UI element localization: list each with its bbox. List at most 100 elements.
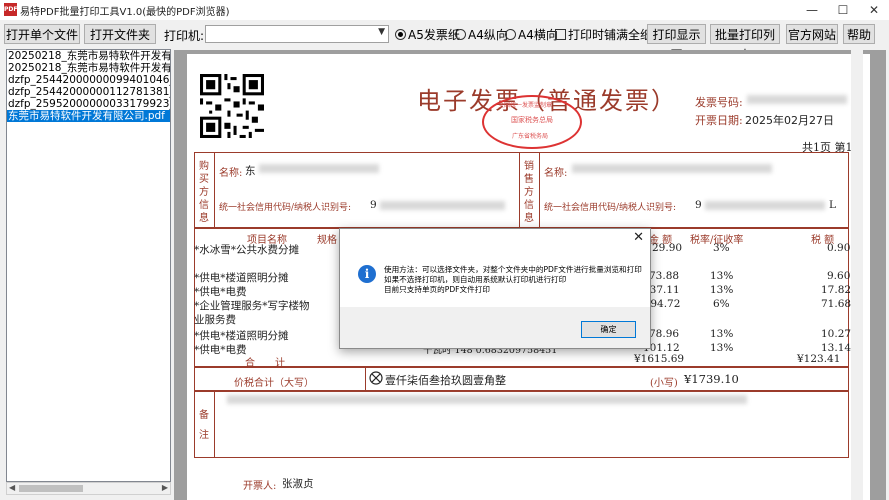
buyer-name-redacted bbox=[259, 164, 379, 173]
total-small-label: (小写) bbox=[650, 378, 678, 389]
issuer-label: 开票人: bbox=[243, 481, 277, 492]
scrollbar-thumb[interactable] bbox=[19, 485, 83, 492]
list-item[interactable]: 20250218_东莞市易特软件开发有限公司.pdf bbox=[7, 50, 170, 62]
item-amount: 29.90 bbox=[652, 242, 683, 254]
item-tax: 71.68 bbox=[821, 298, 852, 310]
open-file-button[interactable]: 打开单个文件 bbox=[4, 24, 80, 44]
item-name: *供电*电费 bbox=[194, 286, 247, 298]
paper-a5-radio[interactable]: A5发票纸 bbox=[395, 26, 460, 43]
divider bbox=[519, 152, 520, 228]
remarks-redacted bbox=[227, 395, 747, 404]
viewer-scrollbar[interactable] bbox=[851, 50, 863, 500]
buyer-name: 东 bbox=[245, 165, 256, 177]
seller-tax-redacted bbox=[705, 201, 825, 210]
checkbox-icon[interactable] bbox=[555, 29, 566, 40]
stamp-top-text: 全国统一发票监制章 bbox=[498, 102, 553, 109]
website-button[interactable]: 官方网站 bbox=[786, 24, 838, 44]
seller-name-redacted bbox=[572, 164, 772, 173]
item-tax: 0.90 bbox=[827, 242, 851, 254]
file-list[interactable]: 20250218_东莞市易特软件开发有限公司.pdf 20250218_东莞市易… bbox=[6, 49, 171, 482]
column-header-spec: 规格 bbox=[317, 235, 337, 246]
scroll-right-icon[interactable]: ▶ bbox=[162, 483, 168, 492]
file-list-scrollbar[interactable]: ◀ ▶ bbox=[6, 482, 171, 495]
seller-name-label: 名称: bbox=[544, 168, 568, 179]
qr-code-icon bbox=[200, 74, 264, 138]
list-item[interactable]: dzfp_25952000000033179923_东莞市易特软件开发有限公司.… bbox=[7, 98, 170, 110]
seller-side-label: 销售方信息 bbox=[524, 161, 534, 224]
divider bbox=[214, 152, 215, 228]
divider bbox=[539, 152, 540, 228]
paper-a4-portrait-radio[interactable]: A4纵向 bbox=[455, 26, 508, 43]
issuer-name: 张淑贞 bbox=[282, 478, 314, 490]
list-item[interactable]: 20250218_东莞市易特软件开发有限公司.pdf bbox=[7, 62, 170, 74]
scroll-left-icon[interactable]: ◀ bbox=[9, 483, 15, 492]
batch-print-button[interactable]: 批量打印列表 bbox=[710, 24, 780, 62]
close-button[interactable]: ✕ bbox=[859, 0, 889, 20]
buyer-tax-label: 统一社会信用代码/纳税人识别号: bbox=[219, 203, 352, 213]
buyer-tax-redacted bbox=[380, 201, 505, 210]
list-item[interactable]: dzfp_25442000000112781381_东莞市易特软件开发有限公司.… bbox=[7, 86, 170, 98]
open-folder-button[interactable]: 打开文件夹 bbox=[84, 24, 156, 44]
item-rate: 13% bbox=[710, 342, 734, 354]
maximize-button[interactable]: ☐ bbox=[828, 0, 858, 20]
buyer-side-label: 购买方信息 bbox=[199, 161, 209, 224]
buyer-tax-id: 9 bbox=[370, 199, 377, 211]
buyer-name-label: 名称: bbox=[219, 168, 243, 179]
dialog-message-line: 使用方法：可以选择文件夹，对整个文件夹中的PDF文件进行批量浏览和打印 bbox=[384, 265, 642, 274]
item-name: *供电*电费 bbox=[194, 344, 247, 356]
toolbar: 打开单个文件 打开文件夹 打印机: ▼ A5发票纸 A4纵向 A4横向 打印时铺… bbox=[0, 20, 889, 62]
list-item[interactable]: dzfp_25442000000099401046_东莞市易特软件开发有限公司.… bbox=[7, 74, 170, 86]
radio-selected-icon[interactable] bbox=[395, 29, 406, 40]
seller-tax-tail: L bbox=[829, 199, 836, 211]
item-rate: 3% bbox=[713, 242, 730, 254]
seller-tax-label: 统一社会信用代码/纳税人识别号: bbox=[544, 203, 677, 213]
dialog-content: ✕ i 使用方法：可以选择文件夹，对整个文件夹中的PDF文件进行批量浏览和打印 … bbox=[340, 229, 650, 307]
print-current-button[interactable]: 打印显示页 bbox=[647, 24, 706, 62]
app-icon: PDF bbox=[4, 3, 17, 16]
paper-a5-label: A5发票纸 bbox=[408, 28, 460, 42]
stamp-mid-text: 国家税务总局 bbox=[511, 116, 553, 124]
item-amount: 73.88 bbox=[649, 270, 680, 282]
invoice-date-label: 开票日期: bbox=[695, 114, 743, 127]
subtotal-tax: ¥123.41 bbox=[797, 353, 841, 365]
seller-tax-id: 9 bbox=[695, 199, 702, 211]
item-name: *企业管理服务*写字楼物 bbox=[194, 300, 310, 312]
dialog-close-icon[interactable]: ✕ bbox=[633, 230, 644, 245]
item-name: *供电*楼道照明分摊 bbox=[194, 272, 289, 284]
printer-label: 打印机: bbox=[164, 29, 205, 43]
window-title: 易特PDF批量打印工具V1.0(最快的PDF浏览器) bbox=[20, 7, 230, 18]
item-tax: 9.60 bbox=[827, 270, 851, 282]
subtotal-amount: ¥1615.69 bbox=[634, 353, 685, 365]
total-words: 壹仟柒佰叁拾玖圆壹角整 bbox=[385, 374, 506, 387]
divider bbox=[214, 391, 215, 458]
stamp-bottom-text: 广东省税务局 bbox=[512, 133, 549, 140]
dialog-message-line: 如果不选择打印机，则自动用系统默认打印机进行打印 bbox=[384, 275, 567, 284]
minimize-button[interactable]: — bbox=[797, 0, 827, 20]
ok-button[interactable]: 确定 bbox=[581, 321, 636, 338]
total-words-label: 价税合计（大写） bbox=[234, 378, 314, 389]
fill-paper-checkbox[interactable]: 打印时铺满全纸 bbox=[555, 26, 652, 43]
total-small: ¥1739.10 bbox=[684, 372, 739, 386]
item-amount: 78.96 bbox=[649, 328, 680, 340]
official-stamp: 全国统一发票监制章 国家税务总局 广东省税务局 bbox=[482, 95, 582, 149]
divider bbox=[365, 367, 366, 391]
item-tax: 10.27 bbox=[821, 328, 852, 340]
invoice-number-label: 发票号码: bbox=[695, 96, 743, 109]
radio-icon[interactable] bbox=[505, 29, 516, 40]
item-rate: 6% bbox=[713, 298, 730, 310]
chevron-down-icon[interactable]: ▼ bbox=[378, 27, 385, 37]
item-name: 业服务费 bbox=[194, 314, 236, 326]
paper-a4-portrait-label: A4纵向 bbox=[468, 28, 508, 42]
item-name: *水冰雪*公共水费分摊 bbox=[194, 244, 299, 256]
printer-select[interactable]: ▼ bbox=[205, 25, 389, 43]
radio-icon[interactable] bbox=[455, 29, 466, 40]
invoice-date: 2025年02月27日 bbox=[745, 114, 834, 127]
help-button[interactable]: 帮助 bbox=[843, 24, 875, 44]
fill-paper-label: 打印时铺满全纸 bbox=[568, 28, 653, 42]
item-name: *供电*楼道照明分摊 bbox=[194, 330, 289, 342]
list-item-selected[interactable]: 东莞市易特软件开发有限公司.pdf bbox=[7, 110, 170, 122]
info-icon: i bbox=[358, 265, 376, 283]
dialog-message: 使用方法：可以选择文件夹，对整个文件夹中的PDF文件进行批量浏览和打印 如果不选… bbox=[384, 265, 646, 295]
paper-a4-landscape-radio[interactable]: A4横向 bbox=[505, 26, 558, 43]
info-dialog: ✕ i 使用方法：可以选择文件夹，对整个文件夹中的PDF文件进行批量浏览和打印 … bbox=[339, 228, 651, 349]
